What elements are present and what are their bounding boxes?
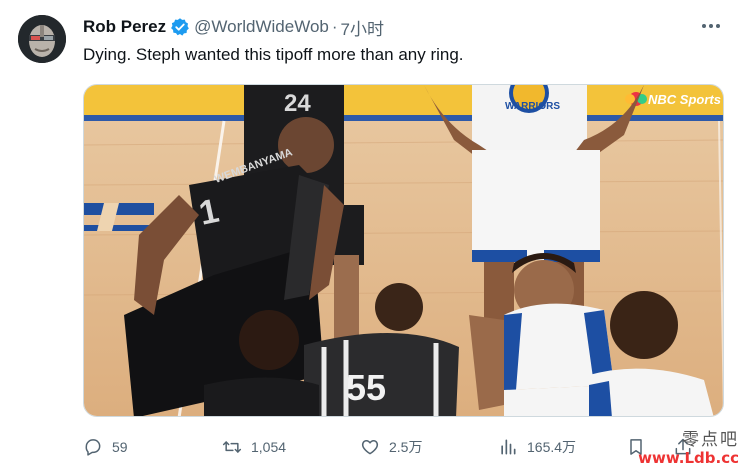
jersey-number-24: 24 [284,90,311,117]
reply-count: 59 [112,439,128,455]
avatar[interactable] [18,15,66,63]
retweet-icon [222,441,242,453]
tweet-media[interactable]: NBC Sports 24 WARRIORS 1 WEMBANYAMA 55 [83,84,724,417]
action-bar: 59 1,054 2.5万 165.4万 [83,432,703,462]
more-dots-icon [702,24,720,28]
analytics-icon [501,439,516,455]
broadcaster-logo: NBC Sports [648,92,721,107]
watermark-url-text: www.Ldb.cc [638,449,739,467]
like-count: 2.5万 [389,439,423,455]
verified-badge-icon [170,17,190,37]
team-name: WARRIORS [505,101,560,112]
retweet-button[interactable]: 1,054 [222,432,286,462]
avatar-portrait-icon [18,15,66,63]
more-options-button[interactable] [697,14,725,38]
separator-dot: · [331,17,338,36]
tweet-header: Rob Perez @WorldWideWob · 7小时 [83,15,384,40]
jersey-number-55: 55 [346,367,386,408]
tweet-text: Dying. Steph wanted this tipoff more tha… [83,45,464,64]
handle[interactable]: @WorldWideWob [194,17,329,37]
views-button[interactable]: 165.4万 [498,432,576,462]
retweet-count: 1,054 [251,439,287,455]
display-name[interactable]: Rob Perez [83,17,166,37]
reply-icon [85,439,101,456]
basketball-tipoff-image: NBC Sports 24 WARRIORS 1 WEMBANYAMA 55 [84,85,723,416]
like-button[interactable]: 2.5万 [360,432,422,462]
heart-icon [361,440,379,455]
site-watermark: 零点吧 www.Ldb.cc [638,432,739,466]
watermark-top-text: 零点吧 [682,430,739,450]
view-count: 165.4万 [527,439,577,455]
reply-button[interactable]: 59 [83,432,128,462]
timestamp[interactable]: 7小时 [341,15,384,40]
